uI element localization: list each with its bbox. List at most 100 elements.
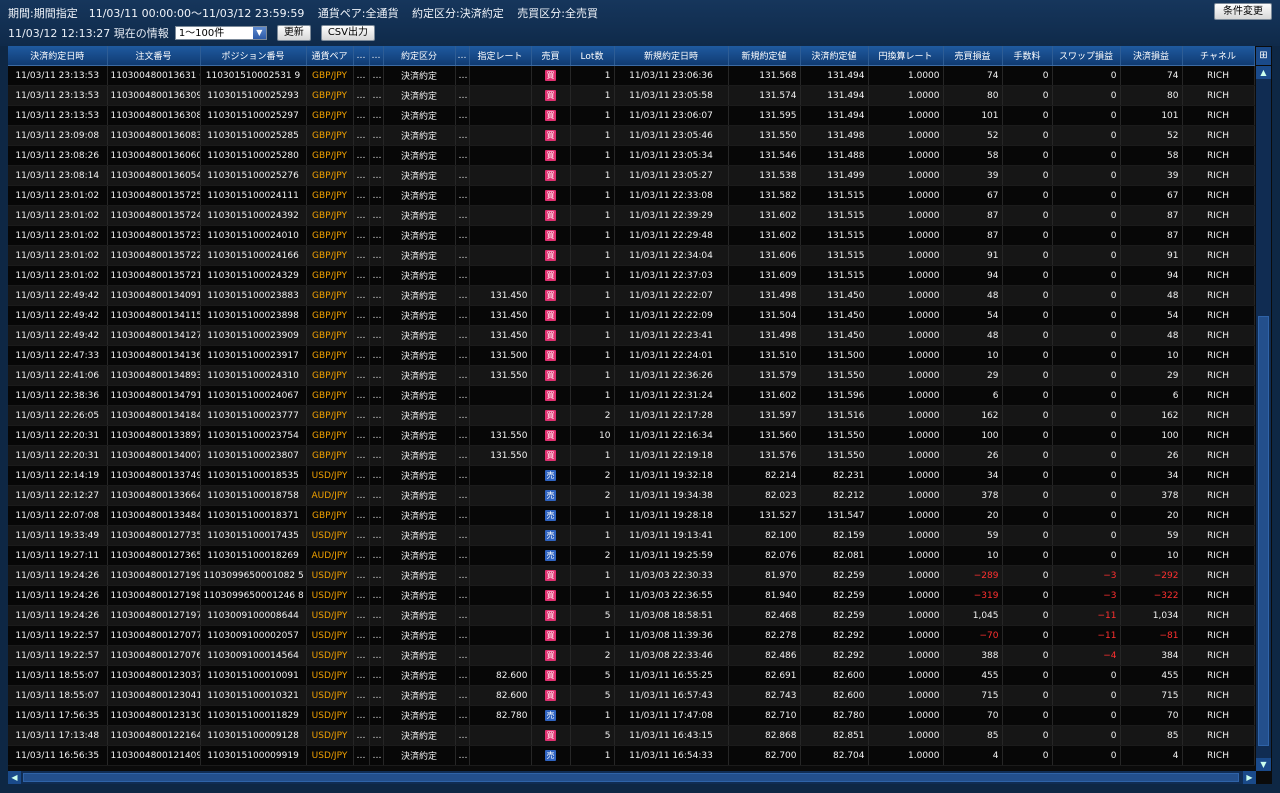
column-header[interactable]: チャネル — [1182, 46, 1255, 66]
table-cell: RICH — [1182, 325, 1255, 346]
column-header[interactable]: ポジション番号 — [200, 46, 307, 66]
table-cell: 11/03/11 19:33:49 — [8, 525, 108, 546]
column-header[interactable]: 決済約定値 — [800, 46, 869, 66]
table-row[interactable]: 11/03/11 19:22:57 1103004800127077 1103009… — [8, 625, 1255, 646]
table-row[interactable]: 11/03/11 17:56:35 1103004800123130 1103015… — [8, 705, 1255, 726]
table-cell: … — [455, 465, 470, 486]
table-cell: 87 — [1120, 225, 1183, 246]
table-row[interactable]: 11/03/11 22:41:06 1103004800134893 1103015… — [8, 365, 1255, 386]
table-row[interactable]: 11/03/11 18:55:07 1103004800123041 1103015… — [8, 685, 1255, 706]
table-cell: 0 — [1002, 465, 1053, 486]
chevron-down-icon[interactable]: ▼ — [252, 27, 266, 39]
buy-badge: 買 — [545, 250, 556, 261]
table-cell: 1.0000 — [868, 505, 944, 526]
table-row[interactable]: 11/03/11 23:13:53 1103004800136309 1103015… — [8, 85, 1255, 106]
column-header[interactable]: … — [353, 46, 370, 66]
table-row[interactable]: 11/03/11 22:47:33 1103004800134136 1103015… — [8, 345, 1255, 366]
table-cell: 0 — [1052, 685, 1121, 706]
column-header[interactable]: 円換算レート — [868, 46, 944, 66]
table-row[interactable]: 11/03/11 23:01:02 1103004800135721 1103015… — [8, 265, 1255, 286]
column-header[interactable]: 新規約定値 — [728, 46, 801, 66]
table-cell: … — [455, 605, 470, 626]
table-cell: 11/03/11 17:13:48 — [8, 725, 108, 746]
scroll-down-icon[interactable]: ▼ — [1256, 758, 1271, 771]
buy-badge: 買 — [545, 90, 556, 101]
table-row[interactable]: 11/03/11 22:07:08 1103004800133484 1103015… — [8, 505, 1255, 526]
table-cell: GBP/JPY — [306, 365, 354, 386]
table-cell: … — [353, 585, 370, 606]
table-row[interactable]: 11/03/11 18:55:07 1103004800123037 1103015… — [8, 665, 1255, 686]
column-settings-icon[interactable]: ⊞ — [1256, 47, 1271, 65]
table-row[interactable]: 11/03/11 23:08:26 1103004800136060 1103015… — [8, 145, 1255, 166]
csv-export-button[interactable]: CSV出力 — [320, 25, 375, 41]
table-row[interactable]: 11/03/11 22:38:36 1103004800134791 1103015… — [8, 385, 1255, 406]
column-header[interactable]: 売買 — [531, 46, 571, 66]
table-row[interactable]: 11/03/11 23:01:02 1103004800135725 1103015… — [8, 185, 1255, 206]
table-cell: 1.0000 — [868, 445, 944, 466]
table-row[interactable]: 11/03/11 23:01:02 1103004800135723 1103015… — [8, 225, 1255, 246]
column-header[interactable]: 売買損益 — [943, 46, 1003, 66]
table-row[interactable]: 11/03/11 16:56:35 1103004800121409 1103015… — [8, 745, 1255, 766]
table-row[interactable]: 11/03/11 22:20:31 1103004800134007 1103015… — [8, 445, 1255, 466]
vertical-scrollbar[interactable]: ▲ ▼ — [1256, 66, 1271, 771]
column-header[interactable]: 約定区分 — [383, 46, 456, 66]
table-row[interactable]: 11/03/11 19:24:26 1103004800127197 1103009… — [8, 605, 1255, 626]
table-row[interactable]: 11/03/11 22:20:31 1103004800133897 1103015… — [8, 425, 1255, 446]
table-row[interactable]: 11/03/11 22:49:42 1103004800134115 1103015… — [8, 305, 1255, 326]
column-header[interactable]: … — [455, 46, 470, 66]
scroll-right-icon[interactable]: ▶ — [1243, 771, 1256, 784]
table-cell: 0 — [1002, 325, 1053, 346]
table-cell: 決済約定 — [383, 665, 456, 686]
column-header[interactable]: 通貨ペア — [306, 46, 354, 66]
table-row[interactable]: 11/03/11 23:13:53 110300480013631 0 110301… — [8, 65, 1255, 86]
table-row[interactable]: 11/03/11 17:13:48 1103004800122164 1103015… — [8, 725, 1255, 746]
scroll-left-icon[interactable]: ◀ — [8, 771, 21, 784]
table-row[interactable]: 11/03/11 22:26:05 1103004800134184 1103015… — [8, 405, 1255, 426]
table-cell: 0 — [1052, 125, 1121, 146]
table-cell: … — [455, 625, 470, 646]
table-row[interactable]: 11/03/11 19:27:11 1103004800127365 1103015… — [8, 545, 1255, 566]
column-header[interactable]: 決済約定日時 — [8, 46, 108, 66]
column-header[interactable]: 手数料 — [1002, 46, 1053, 66]
column-header[interactable]: 新規約定日時 — [614, 46, 729, 66]
table-row[interactable]: 11/03/11 23:08:14 1103004800136054 1103015… — [8, 165, 1255, 186]
horizontal-scroll-thumb[interactable] — [23, 773, 1239, 782]
table-cell: … — [369, 225, 384, 246]
table-row[interactable]: 11/03/11 19:33:49 1103004800127735 1103015… — [8, 525, 1255, 546]
table-cell: … — [455, 705, 470, 726]
table-row[interactable]: 11/03/11 22:49:42 1103004800134127 1103015… — [8, 325, 1255, 346]
table-row[interactable]: 11/03/11 22:14:19 1103004800133749 1103015… — [8, 465, 1255, 486]
table-row[interactable]: 11/03/11 23:13:53 1103004800136308 1103015… — [8, 105, 1255, 126]
table-row[interactable]: 11/03/11 23:01:02 1103004800135722 1103015… — [8, 245, 1255, 266]
table-cell: 82.486 — [728, 645, 801, 666]
table-row[interactable]: 11/03/11 19:24:26 1103004800127199 1103099… — [8, 565, 1255, 586]
table-cell: 11/03/11 19:22:57 — [8, 645, 108, 666]
column-header[interactable]: … — [369, 46, 384, 66]
table-cell: USD/JPY — [306, 525, 354, 546]
table-cell: 11/03/03 22:36:55 — [614, 585, 729, 606]
table-cell: RICH — [1182, 585, 1255, 606]
table-cell: 11/03/11 22:07:08 — [8, 505, 108, 526]
column-header[interactable]: 注文番号 — [107, 46, 201, 66]
table-cell: 0 — [1002, 165, 1053, 186]
table-row[interactable]: 11/03/11 22:49:42 1103004800134091 1103015… — [8, 285, 1255, 306]
horizontal-scrollbar[interactable]: ◀ ▶ — [8, 771, 1256, 784]
buy-badge: 買 — [545, 210, 556, 221]
table-cell: … — [353, 385, 370, 406]
column-header[interactable]: 指定レート — [469, 46, 532, 66]
table-row[interactable]: 11/03/11 23:01:02 1103004800135724 1103015… — [8, 205, 1255, 226]
change-conditions-button[interactable]: 条件変更 — [1214, 3, 1272, 20]
column-header[interactable]: スワップ損益 — [1052, 46, 1121, 66]
table-row[interactable]: 11/03/11 23:09:08 1103004800136083 1103015… — [8, 125, 1255, 146]
column-header[interactable]: 決済損益 — [1120, 46, 1183, 66]
column-header[interactable]: Lot数 — [570, 46, 615, 66]
range-select[interactable]: 1〜100件 ▼ — [174, 26, 267, 40]
table-row[interactable]: 11/03/11 19:22:57 1103004800127076 1103009… — [8, 645, 1255, 666]
buy-badge: 買 — [545, 430, 556, 441]
vertical-scroll-thumb[interactable] — [1258, 316, 1269, 746]
scroll-up-icon[interactable]: ▲ — [1256, 66, 1271, 79]
refresh-button[interactable]: 更新 — [276, 25, 311, 41]
table-row[interactable]: 11/03/11 19:24:26 1103004800127198 1103099… — [8, 585, 1255, 606]
table-cell: 決済約定 — [383, 405, 456, 426]
table-row[interactable]: 11/03/11 22:12:27 1103004800133664 1103015… — [8, 485, 1255, 506]
